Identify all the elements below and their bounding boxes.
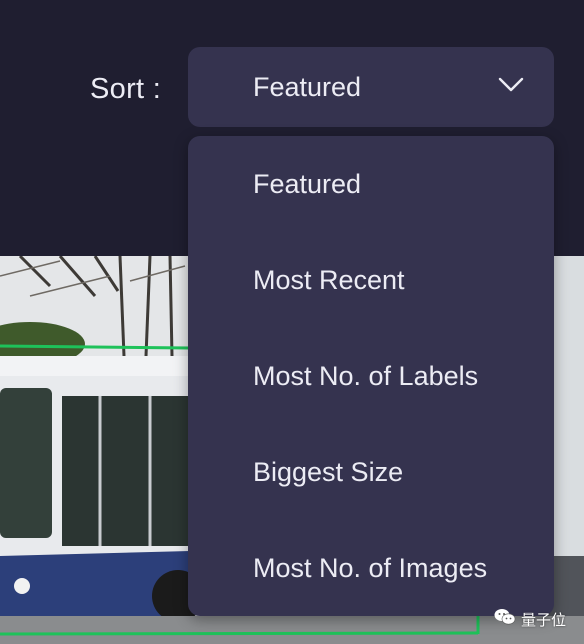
watermark-text: 量子位 — [521, 610, 567, 629]
watermark: 量子位 — [494, 604, 566, 634]
sort-options-menu: Featured Most Recent Most No. of Labels … — [188, 136, 554, 616]
sort-option-label: Biggest Size — [253, 457, 404, 487]
sort-option-label: Most No. of Labels — [253, 361, 479, 391]
sort-option-label: Most No. of Images — [253, 553, 488, 583]
sort-label: Sort : — [90, 73, 162, 105]
sort-option-biggest-size[interactable]: Biggest Size — [188, 424, 554, 520]
sort-selected-value: Featured — [253, 72, 362, 102]
chevron-down-icon — [498, 77, 524, 93]
sort-option-most-labels[interactable]: Most No. of Labels — [188, 328, 554, 424]
wechat-icon — [494, 608, 516, 631]
sort-option-most-images[interactable]: Most No. of Images — [188, 520, 554, 616]
sort-option-featured[interactable]: Featured — [188, 136, 554, 232]
sort-option-label: Featured — [253, 169, 362, 199]
sort-option-most-recent[interactable]: Most Recent — [188, 232, 554, 328]
sort-dropdown[interactable]: Featured — [188, 47, 554, 127]
sort-option-label: Most Recent — [253, 265, 405, 295]
